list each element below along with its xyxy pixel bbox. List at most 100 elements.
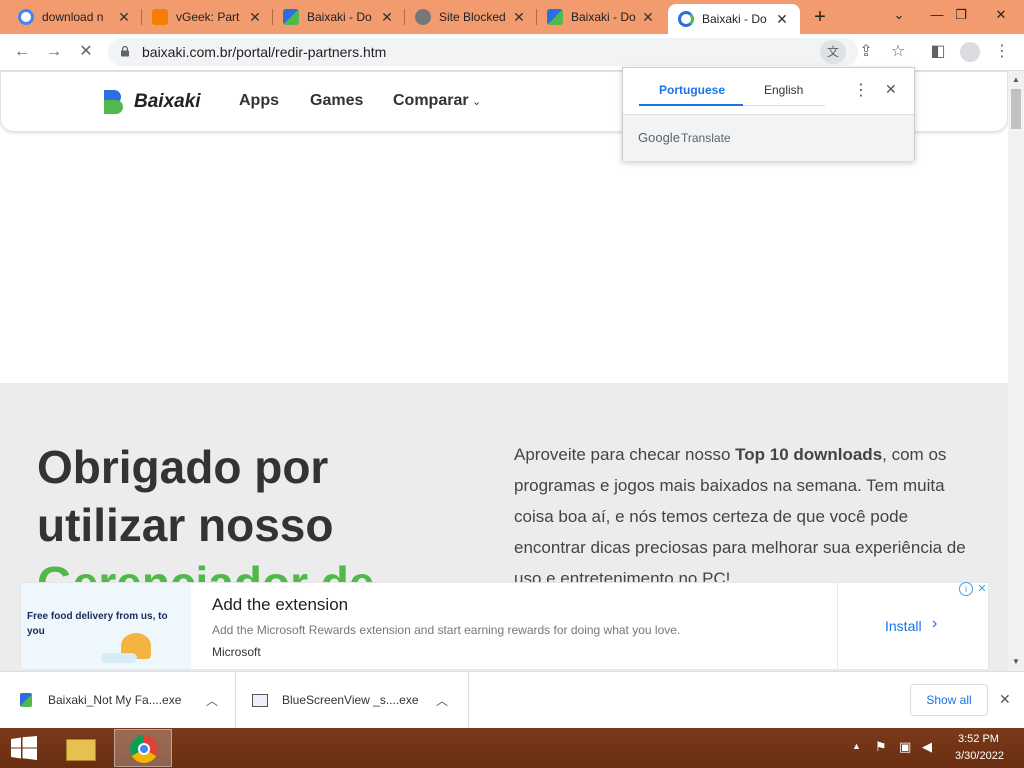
close-tab-icon[interactable]: ✕ <box>511 9 527 26</box>
tab-2[interactable]: vGeek: Part ✕ <box>142 0 273 34</box>
download-options-chevron-icon[interactable]: ︿ <box>206 692 218 709</box>
headline-line-1: Obrigado por <box>37 441 329 493</box>
headline-line-2: utilizar nosso <box>37 499 334 551</box>
profile-avatar-icon[interactable] <box>956 38 984 66</box>
scroll-up-icon[interactable]: ▲ <box>1012 75 1020 84</box>
tab-title: Baixaki - Do <box>307 10 372 24</box>
translate-language-tabs: Portuguese English ⋮ ✕ <box>623 68 914 114</box>
tab-4[interactable]: Site Blocked ✕ <box>405 0 537 34</box>
tab-title: Site Blocked <box>439 10 506 24</box>
active-tab-indicator <box>639 104 743 106</box>
paragraph-suffix: , com os programas e jogos mais baixados… <box>514 445 966 588</box>
tab-5[interactable]: Baixaki - Do ✕ <box>537 0 666 34</box>
ad-advertiser: Microsoft <box>212 645 261 659</box>
tab-portuguese[interactable]: Portuguese <box>659 83 725 97</box>
download-options-chevron-icon[interactable]: ︿ <box>436 692 448 709</box>
scroll-down-icon[interactable]: ▼ <box>1012 657 1020 666</box>
new-tab-button[interactable]: + <box>808 5 832 29</box>
nav-comparar[interactable]: Comparar <box>393 92 469 110</box>
download-bar: Baixaki_Not My Fa....exe ︿ BlueScreenVie… <box>0 671 1024 728</box>
adchoices-info-icon[interactable]: i <box>959 582 973 596</box>
translate-more-options-icon[interactable]: ⋮ <box>853 80 869 100</box>
folder-shape <box>66 739 96 761</box>
blogger-icon <box>152 9 168 25</box>
ad-description: Add the Microsoft Rewards extension and … <box>212 623 681 637</box>
show-hidden-icons-icon[interactable]: ▲ <box>852 741 861 751</box>
chrome-taskbar-icon[interactable] <box>114 729 172 767</box>
volume-muted-icon[interactable]: ◀ <box>922 739 932 755</box>
ad-image-caption: Free food delivery from us, to you <box>27 611 168 637</box>
ad-close-icon[interactable]: ✕ <box>975 582 989 596</box>
baixaki-icon <box>547 9 563 25</box>
ad-image[interactable]: Free food delivery from us, to you <box>21 583 191 669</box>
close-tab-icon[interactable]: ✕ <box>379 9 395 26</box>
bookmark-star-icon[interactable]: ☆ <box>884 38 912 66</box>
forward-icon[interactable]: → <box>40 38 68 66</box>
share-icon[interactable]: ⇪ <box>852 38 880 66</box>
download-item-1[interactable]: Baixaki_Not My Fa....exe ︿ <box>20 672 236 728</box>
translate-brand-text: Translate <box>681 131 731 145</box>
top10-link[interactable]: Top 10 downloads <box>735 445 882 464</box>
chrome-logo-center <box>138 743 150 755</box>
nav-games[interactable]: Games <box>310 92 363 110</box>
close-tab-icon[interactable]: ✕ <box>640 9 656 26</box>
google-brand-text: Google <box>638 130 680 145</box>
show-all-downloads-button[interactable]: Show all <box>910 684 988 716</box>
chevron-right-icon: › <box>932 615 938 632</box>
cloud-icon <box>101 653 137 663</box>
translate-page-icon[interactable]: 文 <box>820 40 846 64</box>
translate-popup: Portuguese English ⋮ ✕ Google Translate <box>622 67 915 161</box>
close-tab-icon[interactable]: ✕ <box>774 11 790 28</box>
download-item-2[interactable]: BlueScreenView _s....exe ︿ <box>252 672 469 728</box>
browser-toolbar: ← → ✕ baixaki.com.br/portal/redir-partne… <box>0 34 1024 71</box>
clock-time[interactable]: 3:52 PM <box>958 733 999 745</box>
download-filename: BlueScreenView _s....exe <box>282 693 419 707</box>
close-window-button[interactable]: ✕ <box>978 0 1024 30</box>
tab-divider <box>743 105 825 106</box>
address-bar[interactable]: baixaki.com.br/portal/redir-partners.htm <box>108 38 858 66</box>
tab-title: Baixaki - Do <box>702 12 767 26</box>
baixaki-logo-icon[interactable] <box>102 88 126 116</box>
page-scrollbar[interactable]: ▲ ▼ <box>1008 71 1024 671</box>
exe-file-icon <box>252 693 268 707</box>
close-tab-icon[interactable]: ✕ <box>247 9 263 26</box>
tab-1[interactable]: download n ✕ <box>8 0 142 34</box>
side-panel-icon[interactable]: ◧ <box>924 38 952 66</box>
clock-date[interactable]: 3/30/2022 <box>955 750 1004 762</box>
translate-close-icon[interactable]: ✕ <box>885 81 897 98</box>
scroll-thumb[interactable] <box>1011 89 1021 129</box>
network-icon[interactable]: ▣ <box>899 739 911 755</box>
action-center-flag-icon[interactable]: ⚑ <box>875 739 887 755</box>
tab-strip: download n ✕ vGeek: Part ✕ Baixaki - Do … <box>0 0 1024 34</box>
ad-install-button[interactable]: Install <box>885 618 922 634</box>
translate-footer: Google Translate <box>623 114 914 161</box>
ad-title[interactable]: Add the extension <box>212 595 348 615</box>
lock-icon <box>121 46 129 57</box>
tab-3[interactable]: Baixaki - Do ✕ <box>273 0 405 34</box>
chevron-down-icon[interactable]: ⌄ <box>472 95 481 108</box>
tab-title: Baixaki - Do <box>571 10 636 24</box>
chrome-menu-icon[interactable]: ⋮ <box>988 38 1016 66</box>
baixaki-file-icon <box>20 693 32 707</box>
page-content: Baixaki Apps Games Comparar ⌄ Obrigado p… <box>0 71 1008 671</box>
tab-title: download n <box>42 10 104 24</box>
windows-taskbar: ▲ ⚑ ▣ ◀ 3:52 PM 3/30/2022 <box>0 728 1024 768</box>
stop-loading-icon[interactable]: ✕ <box>72 38 100 66</box>
windows-start-icon[interactable] <box>10 736 38 760</box>
back-icon[interactable]: ← <box>8 38 36 66</box>
site-logo-text[interactable]: Baixaki <box>134 91 201 113</box>
ad-banner[interactable]: Free food delivery from us, to you Add t… <box>20 582 989 670</box>
tab-title: vGeek: Part <box>176 10 240 24</box>
download-filename: Baixaki_Not My Fa....exe <box>48 693 182 707</box>
tab-english[interactable]: English <box>764 83 803 97</box>
close-download-bar-icon[interactable]: ✕ <box>999 691 1011 708</box>
globe-icon <box>415 9 431 25</box>
baixaki-icon <box>678 11 694 27</box>
file-explorer-icon[interactable] <box>52 729 110 767</box>
tab-6-active[interactable]: Baixaki - Do ✕ <box>668 4 800 34</box>
close-tab-icon[interactable]: ✕ <box>116 9 132 26</box>
url-text: baixaki.com.br/portal/redir-partners.htm <box>142 44 387 60</box>
baixaki-icon <box>283 9 299 25</box>
nav-apps[interactable]: Apps <box>239 92 279 110</box>
paragraph-prefix: Aproveite para checar nosso <box>514 445 736 464</box>
